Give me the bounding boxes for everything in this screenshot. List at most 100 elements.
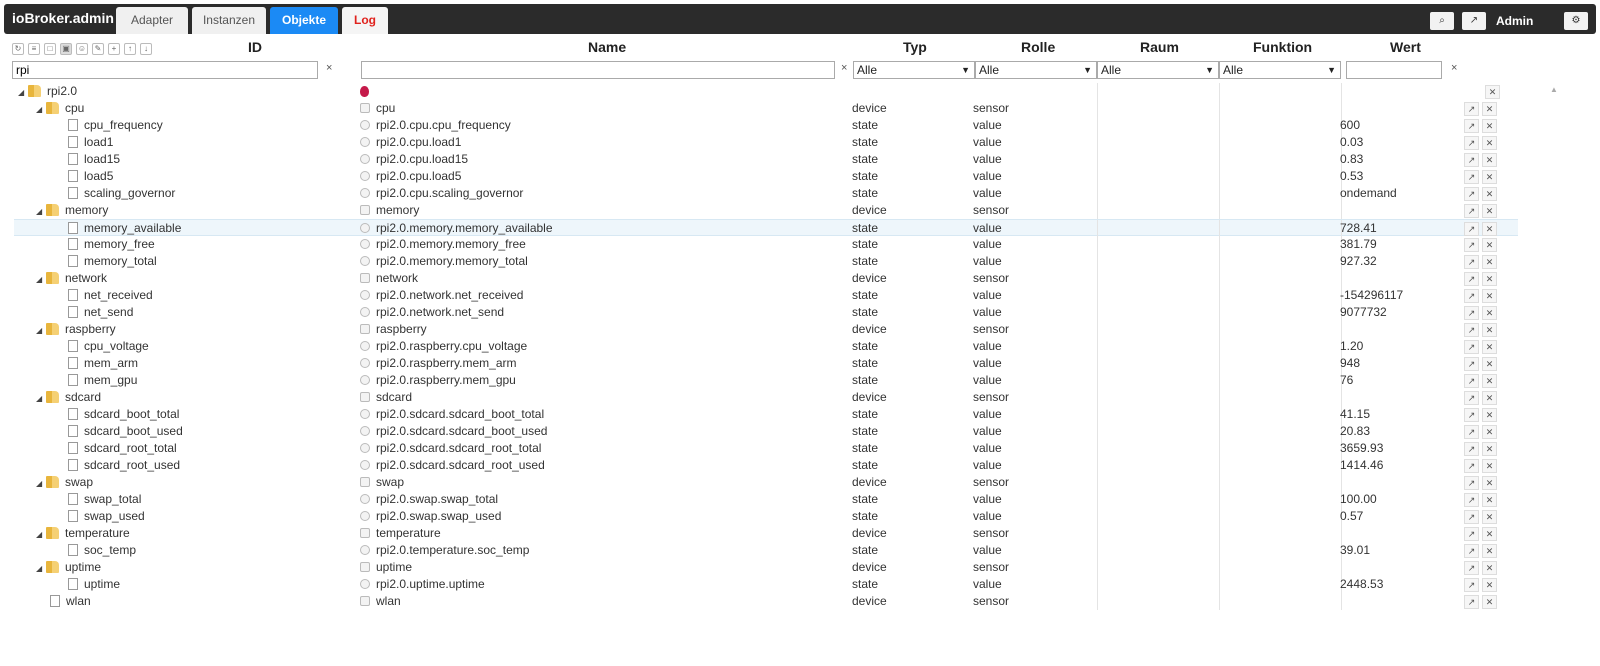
- delete-row-button[interactable]: ✕: [1482, 475, 1497, 490]
- table-row[interactable]: load15 rpi2.0.cpu.load15 state value 0.83 ↗ ✕: [14, 151, 1518, 168]
- delete-row-button[interactable]: ✕: [1482, 509, 1497, 524]
- edit-row-button[interactable]: ↗: [1464, 356, 1479, 371]
- table-row[interactable]: memory_free rpi2.0.memory.memory_free stat…: [14, 236, 1518, 253]
- table-row[interactable]: wlan wlan device sensor ↗ ✕: [14, 593, 1518, 610]
- row-value[interactable]: 948: [1340, 355, 1360, 372]
- edit-row-button[interactable]: ↗: [1464, 305, 1479, 320]
- table-row[interactable]: load5 rpi2.0.cpu.load5 state value 0.53 ↗ ✕: [14, 168, 1518, 185]
- list-view-icon[interactable]: ≡: [28, 43, 40, 55]
- tab-objekte[interactable]: Objekte: [270, 7, 338, 34]
- row-id-cell[interactable]: sdcard_root_used: [54, 457, 180, 474]
- edit-row-button[interactable]: ↗: [1464, 152, 1479, 167]
- table-row[interactable]: sdcard_root_used rpi2.0.sdcard.sdcard_roo…: [14, 457, 1518, 474]
- edit-row-button[interactable]: ↗: [1464, 526, 1479, 541]
- expand-arrow-icon[interactable]: ◢: [36, 390, 46, 407]
- id-filter-input[interactable]: [12, 61, 318, 79]
- column-header-type[interactable]: Typ: [903, 39, 927, 59]
- edit-row-button[interactable]: ↗: [1464, 560, 1479, 575]
- row-value[interactable]: -154296117: [1340, 287, 1403, 304]
- table-row[interactable]: sdcard_root_total rpi2.0.sdcard.sdcard_ro…: [14, 440, 1518, 457]
- row-value[interactable]: 2448.53: [1340, 576, 1383, 593]
- row-value[interactable]: 9077732: [1340, 304, 1387, 321]
- delete-row-button[interactable]: ✕: [1482, 169, 1497, 184]
- row-id-cell[interactable]: memory_total: [54, 253, 157, 270]
- delete-row-button[interactable]: ✕: [1482, 186, 1497, 201]
- table-row[interactable]: swap_total rpi2.0.swap.swap_total state val…: [14, 491, 1518, 508]
- table-row[interactable]: scaling_governor rpi2.0.cpu.scaling_gover…: [14, 185, 1518, 202]
- expand-arrow-icon[interactable]: ◢: [36, 271, 46, 288]
- table-row[interactable]: ◢ cpu cpu device sensor ↗ ✕: [14, 100, 1518, 117]
- role-filter-select[interactable]: Alle ▼: [975, 61, 1097, 79]
- column-header-id[interactable]: ID: [248, 39, 262, 59]
- table-row[interactable]: memory_total rpi2.0.memory.memory_total st…: [14, 253, 1518, 270]
- delete-row-button[interactable]: ✕: [1482, 458, 1497, 473]
- row-id-cell[interactable]: ◢ uptime: [36, 559, 101, 577]
- delete-row-button[interactable]: ✕: [1482, 390, 1497, 405]
- expand-arrow-icon[interactable]: ◢: [36, 526, 46, 543]
- table-row[interactable]: ◢ raspberry raspberry device sensor ↗ ✕: [14, 321, 1518, 338]
- table-row[interactable]: ◢ uptime uptime device sensor ↗ ✕: [14, 559, 1518, 576]
- delete-row-button[interactable]: ✕: [1482, 543, 1497, 558]
- row-id-cell[interactable]: net_received: [54, 287, 153, 304]
- delete-row-button[interactable]: ✕: [1482, 373, 1497, 388]
- table-row[interactable]: ◢ temperature temperature device sensor ↗ ✕: [14, 525, 1518, 542]
- tab-adapter[interactable]: Adapter: [116, 7, 188, 34]
- row-value[interactable]: 381.79: [1340, 236, 1377, 253]
- row-id-cell[interactable]: sdcard_boot_total: [54, 406, 179, 423]
- edit-object-icon[interactable]: ✎: [92, 43, 104, 55]
- row-value[interactable]: 39.01: [1340, 542, 1370, 559]
- expand-arrow-icon[interactable]: ◢: [36, 101, 46, 118]
- row-id-cell[interactable]: ◢ rpi2.0: [18, 83, 77, 101]
- name-filter-input[interactable]: [361, 61, 835, 79]
- table-row[interactable]: net_received rpi2.0.network.net_received s…: [14, 287, 1518, 304]
- delete-row-button[interactable]: ✕: [1482, 305, 1497, 320]
- row-id-cell[interactable]: soc_temp: [54, 542, 136, 559]
- delete-row-button[interactable]: ✕: [1482, 288, 1497, 303]
- delete-row-button[interactable]: ✕: [1482, 526, 1497, 541]
- edit-row-button[interactable]: ↗: [1464, 577, 1479, 592]
- delete-row-button[interactable]: ✕: [1482, 101, 1497, 116]
- table-row[interactable]: sdcard_boot_used rpi2.0.sdcard.sdcard_boo…: [14, 423, 1518, 440]
- row-value[interactable]: 41.15: [1340, 406, 1370, 423]
- row-value[interactable]: 0.83: [1340, 151, 1363, 168]
- edit-row-button[interactable]: ↗: [1464, 458, 1479, 473]
- edit-row-button[interactable]: ↗: [1464, 594, 1479, 609]
- table-row[interactable]: load1 rpi2.0.cpu.load1 state value 0.03 ↗ ✕: [14, 134, 1518, 151]
- delete-row-button[interactable]: ✕: [1482, 339, 1497, 354]
- row-id-cell[interactable]: load5: [54, 168, 113, 185]
- expand-arrow-icon[interactable]: ◢: [36, 560, 46, 577]
- row-id-cell[interactable]: ◢ cpu: [36, 100, 84, 118]
- row-id-cell[interactable]: load15: [54, 151, 120, 168]
- row-value[interactable]: 927.32: [1340, 253, 1377, 270]
- row-id-cell[interactable]: ◢ swap: [36, 474, 93, 492]
- row-value[interactable]: 0.57: [1340, 508, 1363, 525]
- edit-row-button[interactable]: ↗: [1464, 203, 1479, 218]
- delete-row-button[interactable]: ✕: [1482, 237, 1497, 252]
- function-filter-select[interactable]: Alle ▼: [1219, 61, 1341, 79]
- edit-row-button[interactable]: ↗: [1464, 271, 1479, 286]
- row-value[interactable]: 600: [1340, 117, 1360, 134]
- download-icon[interactable]: ↓: [140, 43, 152, 55]
- edit-row-button[interactable]: ↗: [1464, 237, 1479, 252]
- delete-row-button[interactable]: ✕: [1482, 221, 1497, 236]
- row-value[interactable]: 3659.93: [1340, 440, 1383, 457]
- row-id-cell[interactable]: sdcard_boot_used: [54, 423, 183, 440]
- row-id-cell[interactable]: mem_arm: [54, 355, 138, 372]
- delete-row-button[interactable]: ✕: [1482, 492, 1497, 507]
- column-header-role[interactable]: Rolle: [1021, 39, 1055, 59]
- row-id-cell[interactable]: load1: [54, 134, 113, 151]
- table-row[interactable]: mem_gpu rpi2.0.raspberry.mem_gpu state valu…: [14, 372, 1518, 389]
- delete-row-button[interactable]: ✕: [1482, 118, 1497, 133]
- row-id-cell[interactable]: uptime: [54, 576, 120, 593]
- delete-row-button[interactable]: ✕: [1482, 152, 1497, 167]
- edit-row-button[interactable]: ↗: [1464, 407, 1479, 422]
- row-value[interactable]: 20.83: [1340, 423, 1370, 440]
- add-icon[interactable]: +: [108, 43, 120, 55]
- tab-log[interactable]: Log: [342, 7, 388, 34]
- row-id-cell[interactable]: ◢ network: [36, 270, 107, 288]
- row-id-cell[interactable]: sdcard_root_total: [54, 440, 177, 457]
- edit-row-button[interactable]: ↗: [1464, 169, 1479, 184]
- expand-arrow-icon[interactable]: ◢: [36, 322, 46, 339]
- row-value[interactable]: 0.03: [1340, 134, 1363, 151]
- user-name[interactable]: Admin: [1496, 14, 1533, 28]
